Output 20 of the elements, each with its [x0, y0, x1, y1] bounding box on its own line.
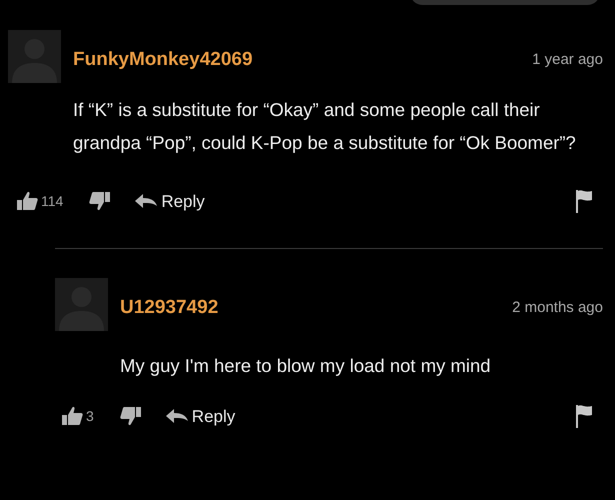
reply-arrow-icon: [166, 409, 188, 424]
flag-icon[interactable]: [575, 404, 593, 428]
comment-text: My guy I'm here to blow my load not my mind: [120, 354, 492, 378]
avatar-icon: [8, 30, 61, 83]
avatar-icon: [55, 278, 108, 331]
thumbs-down-icon[interactable]: [89, 191, 112, 212]
thumbs-up-icon[interactable]: [16, 191, 38, 212]
comment-text: If “K” is a substitute for “Okay” and some people call their grandpa “Pop”, could K-Pop be a substitute for “Ok Boomer”?: [73, 98, 577, 155]
username[interactable]: FunkyMonkey42069: [73, 46, 253, 74]
reply-arrow-icon: [135, 194, 158, 208]
reply-button[interactable]: Reply: [166, 404, 236, 429]
like-count: 114: [41, 192, 64, 211]
timestamp: 1 year ago: [532, 50, 603, 70]
like-count: 3: [86, 406, 94, 426]
thumbs-up-icon[interactable]: [61, 406, 83, 426]
timestamp: 2 months ago: [512, 298, 603, 318]
reply-button[interactable]: Reply: [135, 188, 205, 214]
thumbs-down-icon[interactable]: [120, 406, 142, 426]
flag-icon[interactable]: [575, 189, 593, 214]
username[interactable]: U12937492: [120, 294, 218, 322]
